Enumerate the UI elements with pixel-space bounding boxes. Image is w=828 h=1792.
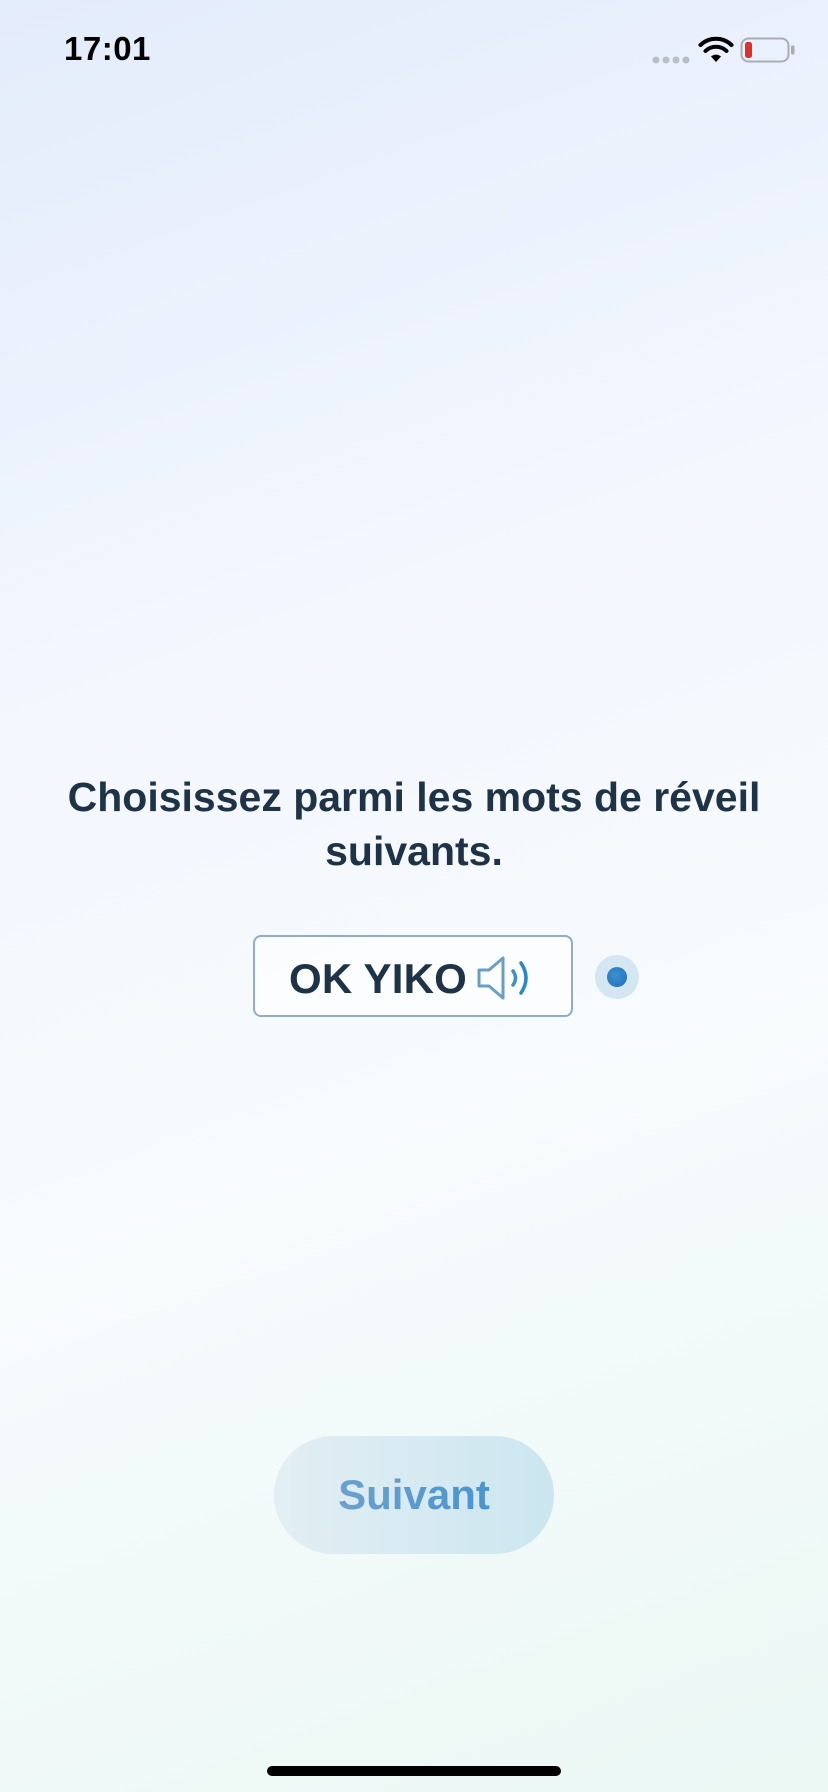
next-button[interactable]: Suivant [274,1436,554,1554]
wake-word-label: OK YIKO [289,955,467,1002]
signal-dots-icon [652,52,692,64]
status-time: 17:01 [64,30,151,67]
speaker-icon[interactable] [475,954,541,1002]
home-indicator[interactable] [267,1766,561,1776]
next-button-label: Suivant [274,1436,554,1554]
page-prompt: Choisissez parmi les mots de réveil suiv… [67,774,761,874]
battery-low-icon [740,37,796,63]
wake-word-option[interactable]: OK YIKO [253,935,573,1017]
wake-word-radio[interactable] [595,955,639,999]
status-bar: 17:01 [0,0,828,100]
radio-selected-dot [607,967,627,987]
wifi-icon [698,36,734,64]
